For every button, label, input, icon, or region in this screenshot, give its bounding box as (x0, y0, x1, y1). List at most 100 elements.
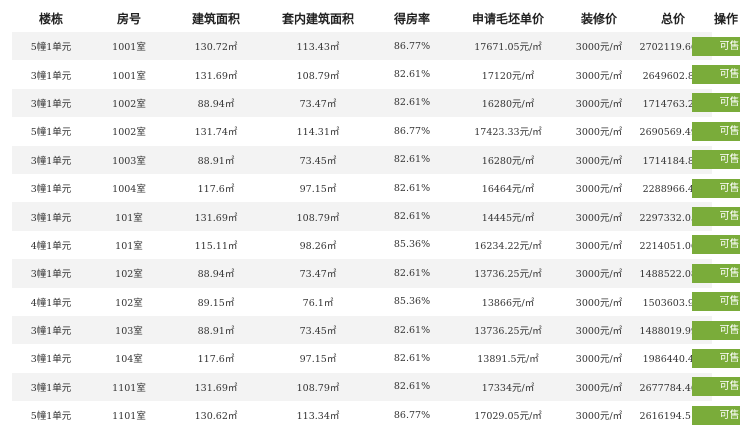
cell-unit-price: 13891.5元/㎡ (452, 344, 564, 373)
cell-inner-area: 73.45㎡ (264, 315, 372, 345)
cell-decoration-price: 3000元/㎡ (564, 372, 634, 402)
cell-room: 102室 (90, 259, 168, 288)
cell-building: 3幢1单元 (12, 60, 90, 89)
cell-action: 可售 (692, 117, 740, 145)
available-button[interactable]: 可售 (692, 235, 740, 255)
cell-decoration-price: 3000元/㎡ (564, 117, 634, 146)
cell-efficiency-rate: 86.77% (372, 117, 452, 146)
available-button[interactable]: 可售 (692, 178, 740, 198)
cell-room: 102室 (90, 287, 168, 316)
table-row: 3幢1单元 102室 88.94㎡ 73.47㎡ 82.61% 13736.25元/㎡ 30… (12, 259, 740, 288)
cell-efficiency-rate: 86.77% (372, 401, 452, 430)
cell-decoration-price: 3000元/㎡ (564, 259, 634, 288)
cell-decoration-price: 3000元/㎡ (564, 88, 634, 118)
cell-building: 3幢1单元 (12, 344, 90, 373)
cell-action: 可售 (692, 202, 740, 230)
header-unit-price: 申请毛坯单价 (471, 11, 544, 26)
cell-gross-area: 130.62㎡ (168, 401, 264, 430)
table-row: 5幢1单元 1002室 131.74㎡ 114.31㎡ 86.77% 17423.33元/… (12, 117, 740, 146)
cell-action: 可售 (692, 373, 740, 401)
available-button[interactable]: 可售 (692, 207, 740, 227)
cell-unit-price: 17671.05元/㎡ (452, 32, 564, 61)
cell-inner-area: 97.15㎡ (264, 173, 372, 203)
cell-decoration-price: 3000元/㎡ (564, 202, 634, 231)
cell-action: 可售 (692, 344, 740, 372)
cell-efficiency-rate: 82.61% (372, 202, 452, 231)
cell-action: 可售 (692, 146, 740, 174)
header-gross-area: 建筑面积 (191, 11, 240, 26)
cell-unit-price: 16280元/㎡ (452, 88, 564, 118)
cell-action: 可售 (692, 60, 740, 88)
cell-decoration-price: 3000元/㎡ (564, 287, 634, 316)
available-button[interactable]: 可售 (692, 121, 740, 141)
table-row: 3幢1单元 1001室 131.69㎡ 108.79㎡ 82.61% 17120元/㎡ 30… (12, 60, 740, 89)
cell-inner-area: 108.79㎡ (264, 60, 372, 89)
cell-building: 3幢1单元 (12, 202, 90, 231)
cell-decoration-price: 3000元/㎡ (564, 315, 634, 345)
cell-gross-area: 130.72㎡ (168, 32, 264, 61)
available-button[interactable]: 可售 (692, 65, 740, 85)
cell-action: 可售 (692, 174, 740, 202)
available-button[interactable]: 可售 (692, 93, 740, 113)
table-row: 3幢1单元 1002室 88.94㎡ 73.47㎡ 82.61% 16280元/㎡ 3000… (12, 88, 740, 118)
cell-inner-area: 113.34㎡ (264, 401, 372, 430)
cell-unit-price: 13736.25元/㎡ (452, 315, 564, 345)
cell-room: 103室 (90, 315, 168, 345)
header-efficiency-rate: 得房率 (393, 11, 430, 26)
cell-efficiency-rate: 82.61% (372, 259, 452, 288)
cell-building: 4幢1单元 (12, 230, 90, 260)
cell-building: 5幢1单元 (12, 117, 90, 146)
available-button[interactable]: 可售 (692, 405, 740, 425)
cell-room: 1001室 (90, 32, 168, 61)
cell-building: 4幢1单元 (12, 287, 90, 316)
cell-action: 可售 (692, 288, 740, 316)
cell-action: 可售 (692, 316, 740, 344)
cell-action: 可售 (692, 259, 740, 287)
cell-room: 1004室 (90, 173, 168, 203)
cell-decoration-price: 3000元/㎡ (564, 32, 634, 61)
available-button[interactable]: 可售 (692, 292, 740, 312)
cell-building: 3幢1单元 (12, 145, 90, 174)
cell-decoration-price: 3000元/㎡ (564, 173, 634, 203)
cell-gross-area: 131.69㎡ (168, 372, 264, 402)
cell-building: 3幢1单元 (12, 372, 90, 402)
table-row: 4幢1单元 102室 89.15㎡ 76.1㎡ 85.36% 13866元/㎡ 3000元/… (12, 287, 740, 316)
cell-inner-area: 98.26㎡ (264, 230, 372, 260)
cell-unit-price: 13736.25元/㎡ (452, 259, 564, 288)
cell-room: 101室 (90, 202, 168, 231)
cell-efficiency-rate: 86.77% (372, 32, 452, 61)
cell-decoration-price: 3000元/㎡ (564, 230, 634, 260)
available-button[interactable]: 可售 (692, 320, 740, 340)
cell-room: 1001室 (90, 60, 168, 89)
table-body: 5幢1单元 1001室 130.72㎡ 113.43㎡ 86.77% 17671.05元/… (12, 32, 740, 430)
cell-unit-price: 17423.33元/㎡ (452, 117, 564, 146)
available-button[interactable]: 可售 (692, 348, 740, 368)
available-button[interactable]: 可售 (692, 263, 740, 283)
available-button[interactable]: 可售 (692, 36, 740, 56)
table-header-row: 楼栋 房号 建筑面积 套内建筑面积 得房率 申请毛坯单价 装修价 总价 操作 (12, 4, 740, 32)
available-button[interactable]: 可售 (692, 377, 740, 397)
cell-inner-area: 97.15㎡ (264, 344, 372, 373)
table-row: 3幢1单元 104室 117.6㎡ 97.15㎡ 82.61% 13891.5元/㎡ 300… (12, 344, 740, 373)
table-row: 3幢1单元 1101室 131.69㎡ 108.79㎡ 82.61% 17334元/㎡ 30… (12, 372, 740, 402)
cell-efficiency-rate: 82.61% (372, 344, 452, 373)
cell-gross-area: 88.91㎡ (168, 145, 264, 174)
cell-gross-area: 131.69㎡ (168, 202, 264, 231)
table-row: 3幢1单元 1003室 88.91㎡ 73.45㎡ 82.61% 16280元/㎡ 3000… (12, 145, 740, 174)
table-row: 4幢1单元 101室 115.11㎡ 98.26㎡ 85.36% 16234.22元/㎡ 3… (12, 230, 740, 260)
table-row: 5幢1单元 1001室 130.72㎡ 113.43㎡ 86.77% 17671.05元/… (12, 32, 740, 61)
cell-building: 5幢1单元 (12, 401, 90, 430)
listing-table-container: 楼栋 房号 建筑面积 套内建筑面积 得房率 申请毛坯单价 装修价 总价 操作 5… (12, 4, 740, 430)
cell-decoration-price: 3000元/㎡ (564, 145, 634, 174)
cell-unit-price: 16280元/㎡ (452, 145, 564, 174)
cell-gross-area: 117.6㎡ (168, 173, 264, 203)
header-room: 房号 (116, 11, 141, 26)
cell-room: 1101室 (90, 401, 168, 430)
cell-gross-area: 131.74㎡ (168, 117, 264, 146)
available-button[interactable]: 可售 (692, 150, 740, 170)
cell-room: 1003室 (90, 145, 168, 174)
header-action: 操作 (713, 11, 738, 26)
cell-inner-area: 108.79㎡ (264, 202, 372, 231)
header-inner-area: 套内建筑面积 (281, 11, 354, 26)
cell-inner-area: 114.31㎡ (264, 117, 372, 146)
